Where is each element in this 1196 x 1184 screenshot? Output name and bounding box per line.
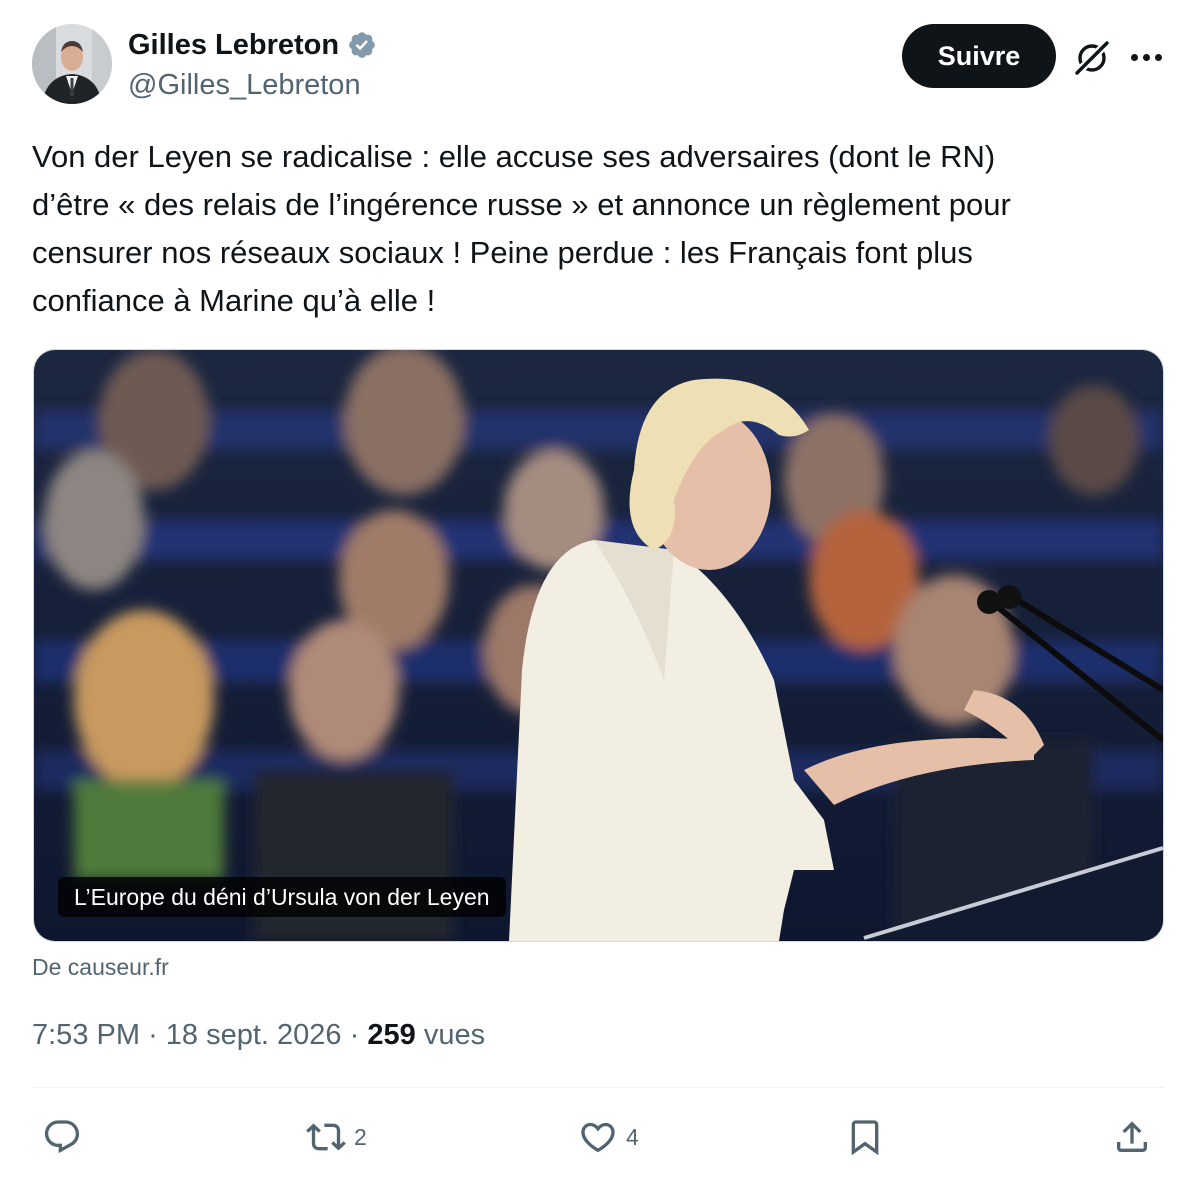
reply-icon — [44, 1120, 80, 1154]
avatar[interactable] — [32, 24, 112, 104]
link-card-image[interactable] — [33, 349, 1164, 942]
tweet-time[interactable]: 7:53 PM — [32, 1019, 140, 1051]
meta-separator: · — [148, 1019, 158, 1051]
author-name[interactable]: Gilles Lebreton — [128, 28, 339, 62]
views-count: 259 — [367, 1019, 416, 1051]
meta-separator: · — [349, 1019, 360, 1051]
link-source[interactable]: De causeur.fr — [32, 953, 169, 981]
follow-button[interactable]: Suivre — [902, 24, 1056, 88]
divider — [32, 1087, 1164, 1088]
share-button[interactable] — [1112, 1114, 1152, 1160]
bookmark-button[interactable] — [845, 1114, 885, 1160]
heart-icon — [581, 1122, 615, 1153]
tweet-date[interactable]: 18 sept. 2026 — [166, 1019, 342, 1051]
avatar-photo — [32, 24, 112, 104]
like-button[interactable]: 4 — [578, 1114, 639, 1160]
views-label: vues — [423, 1019, 486, 1051]
verified-badge-icon[interactable] — [347, 30, 377, 60]
retweet-count: 2 — [354, 1123, 367, 1150]
author-handle[interactable]: @Gilles_Lebreton — [128, 68, 361, 102]
author-name-row[interactable]: Gilles Lebreton — [128, 28, 377, 62]
tweet-text: Von der Leyen se radicalise : elle accus… — [32, 139, 1011, 318]
retweet-button[interactable]: 2 — [306, 1114, 367, 1160]
reply-button[interactable] — [42, 1114, 82, 1160]
bookmark-icon — [851, 1120, 879, 1156]
article-photo — [34, 350, 1163, 941]
more-icon[interactable] — [1126, 42, 1166, 72]
share-icon — [1117, 1121, 1147, 1152]
retweet-icon — [306, 1123, 346, 1151]
like-count: 4 — [626, 1123, 639, 1150]
grok-icon[interactable] — [1070, 36, 1114, 80]
link-card-caption[interactable]: L’Europe du déni d’Ursula von der Leyen — [58, 877, 506, 917]
tweet-meta: 7:53 PM · 18 sept. 2026 · 259 vues — [32, 1016, 485, 1054]
